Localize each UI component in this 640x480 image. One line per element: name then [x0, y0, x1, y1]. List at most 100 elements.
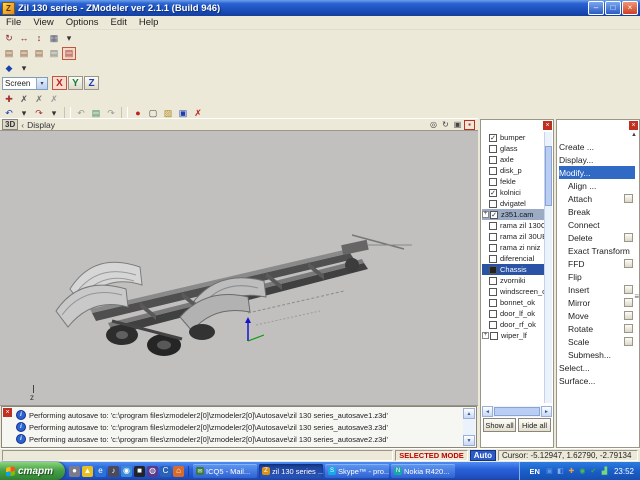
command-option-button[interactable]: [624, 194, 633, 203]
command-mirror[interactable]: Mirror: [559, 296, 635, 309]
signal-icon[interactable]: ▟: [600, 467, 609, 476]
messenger-icon[interactable]: ●: [69, 466, 80, 477]
command-rotate[interactable]: Rotate: [559, 322, 635, 335]
scene-item-rama-zil-130g-v[interactable]: rama zil 130G v: [482, 220, 545, 231]
scene-item-bonnet-ok[interactable]: bonnet_ok: [482, 297, 545, 308]
task-button-icq5-mail[interactable]: ✉ICQ5 - Mail...: [193, 464, 257, 478]
maximize-button[interactable]: □: [605, 1, 621, 15]
snap-grid-icon[interactable]: ✗: [47, 93, 61, 106]
view-presets-arrow-icon[interactable]: ▾: [62, 32, 76, 45]
axis-y-button[interactable]: Y: [68, 76, 83, 90]
menu-file[interactable]: File: [0, 17, 27, 28]
polygons-level-icon[interactable]: ▤: [32, 47, 46, 60]
visibility-checkbox[interactable]: [489, 266, 497, 274]
scene-item-diferencial[interactable]: diferencial: [482, 253, 545, 264]
objects-level-active-icon[interactable]: ▤: [62, 47, 76, 60]
visibility-checkbox[interactable]: [489, 156, 497, 164]
start-button[interactable]: старт: [0, 462, 65, 480]
command-modify[interactable]: Modify...: [559, 166, 635, 179]
visibility-checkbox[interactable]: [489, 167, 497, 175]
axis-z-button[interactable]: Z: [84, 76, 99, 90]
menu-help[interactable]: Help: [133, 17, 165, 28]
gizmo-icon[interactable]: ✚: [2, 93, 16, 106]
visibility-checkbox[interactable]: ✓: [489, 134, 497, 142]
title-bar[interactable]: Z Zil 130 series - ZModeler ver 2.1.1 (B…: [0, 0, 640, 16]
scroll-up-icon[interactable]: ▲: [631, 132, 637, 138]
visibility-checkbox[interactable]: ✓: [489, 189, 497, 197]
menu-edit[interactable]: Edit: [104, 17, 132, 28]
log-close-icon[interactable]: ×: [3, 408, 12, 417]
visibility-checkbox[interactable]: [489, 299, 497, 307]
scroll-up-icon[interactable]: ▲: [463, 408, 475, 419]
scene-item-glass[interactable]: glass: [482, 143, 545, 154]
update-shield-icon[interactable]: ✔: [589, 467, 598, 476]
scene-item-dvigatel[interactable]: dvigatel: [482, 198, 545, 209]
commands-panel-close-icon[interactable]: ×: [629, 121, 638, 130]
scrollbar-thumb[interactable]: [494, 407, 540, 416]
scene-item-fekle[interactable]: fekle: [482, 176, 545, 187]
visibility-checkbox[interactable]: [489, 222, 497, 230]
menu-view[interactable]: View: [27, 17, 59, 28]
home-icon[interactable]: ⌂: [173, 466, 184, 477]
command-attach[interactable]: Attach: [559, 192, 635, 205]
network-icon[interactable]: ▣: [545, 467, 554, 476]
command-option-button[interactable]: [624, 285, 633, 294]
visibility-checkbox[interactable]: [489, 288, 497, 296]
winamp-icon[interactable]: ▲: [82, 466, 93, 477]
visibility-checkbox[interactable]: [489, 233, 497, 241]
scene-item-bumper[interactable]: ✓bumper: [482, 132, 545, 143]
command-align[interactable]: Align ...: [559, 179, 635, 192]
scene-item-axle[interactable]: axle: [482, 154, 545, 165]
visibility-checkbox[interactable]: [489, 145, 497, 153]
scene-item-chassis[interactable]: Chassis: [482, 264, 545, 275]
command-select[interactable]: Select...: [559, 361, 635, 374]
zoom-view-icon[interactable]: ↕: [32, 32, 46, 45]
command-scale[interactable]: Scale: [559, 335, 635, 348]
command-move[interactable]: Move: [559, 309, 635, 322]
visibility-checkbox[interactable]: [489, 310, 497, 318]
command-option-button[interactable]: [624, 233, 633, 242]
hide-all-button[interactable]: Hide all: [518, 418, 551, 432]
player-icon[interactable]: ◍: [147, 466, 158, 477]
scene-horizontal-scrollbar[interactable]: ◄ ►: [482, 406, 552, 417]
command-create[interactable]: Create ...: [559, 140, 635, 153]
view-presets-icon[interactable]: ▦: [47, 32, 61, 45]
viewport-mode-button[interactable]: 3D: [2, 119, 18, 130]
scene-item-windscreen-ok[interactable]: windscreen_ok: [482, 286, 545, 297]
edges-level-icon[interactable]: ▤: [17, 47, 31, 60]
menu-options[interactable]: Options: [60, 17, 105, 28]
viewport-3d[interactable]: z: [0, 131, 478, 406]
task-button-nokia-r420[interactable]: NNokia R420...: [391, 464, 455, 478]
log-scrollbar[interactable]: ▲ ▼: [463, 408, 475, 446]
visibility-checkbox[interactable]: [489, 277, 497, 285]
scene-item-rama-zi-nniz[interactable]: rama zi nniz: [482, 242, 545, 253]
command-display[interactable]: Display...: [559, 153, 635, 166]
photoshop-icon[interactable]: ■: [134, 466, 145, 477]
orbit-icon[interactable]: ↻: [440, 120, 451, 130]
snap-edge-icon[interactable]: ✗: [32, 93, 46, 106]
status-auto-badge[interactable]: Auto: [470, 450, 496, 461]
visibility-checkbox[interactable]: [490, 332, 498, 340]
scene-item-kolnici[interactable]: ✓kolnici: [482, 187, 545, 198]
model-3d-view[interactable]: [52, 193, 422, 363]
panel-grip-icon[interactable]: ≡: [634, 292, 639, 301]
command-exact-transform[interactable]: Exact Transform: [559, 244, 635, 257]
command-flip[interactable]: Flip: [559, 270, 635, 283]
pan-view-icon[interactable]: ↔: [17, 32, 31, 45]
visibility-checkbox[interactable]: [489, 178, 497, 186]
material-drop-icon[interactable]: ◆: [2, 62, 16, 75]
command-option-button[interactable]: [624, 324, 633, 333]
chevron-down-icon[interactable]: ▾: [36, 78, 47, 89]
visibility-checkbox[interactable]: [489, 321, 497, 329]
task-button-skype-pro[interactable]: SSkype™ - pro...: [325, 464, 389, 478]
scene-item-disk-p[interactable]: disk_p: [482, 165, 545, 176]
show-all-button[interactable]: Show all: [483, 418, 516, 432]
connection-icon[interactable]: ✚: [567, 467, 576, 476]
scene-item-wiper-lf[interactable]: +wiper_lf: [482, 330, 545, 341]
material-drop-arrow-icon[interactable]: ▾: [17, 62, 31, 75]
scroll-left-icon[interactable]: ◄: [482, 406, 493, 417]
command-break[interactable]: Break: [559, 205, 635, 218]
command-option-button[interactable]: [624, 298, 633, 307]
scroll-down-icon[interactable]: ▼: [463, 435, 475, 446]
scene-item-door-rf-ok[interactable]: door_rf_ok: [482, 319, 545, 330]
